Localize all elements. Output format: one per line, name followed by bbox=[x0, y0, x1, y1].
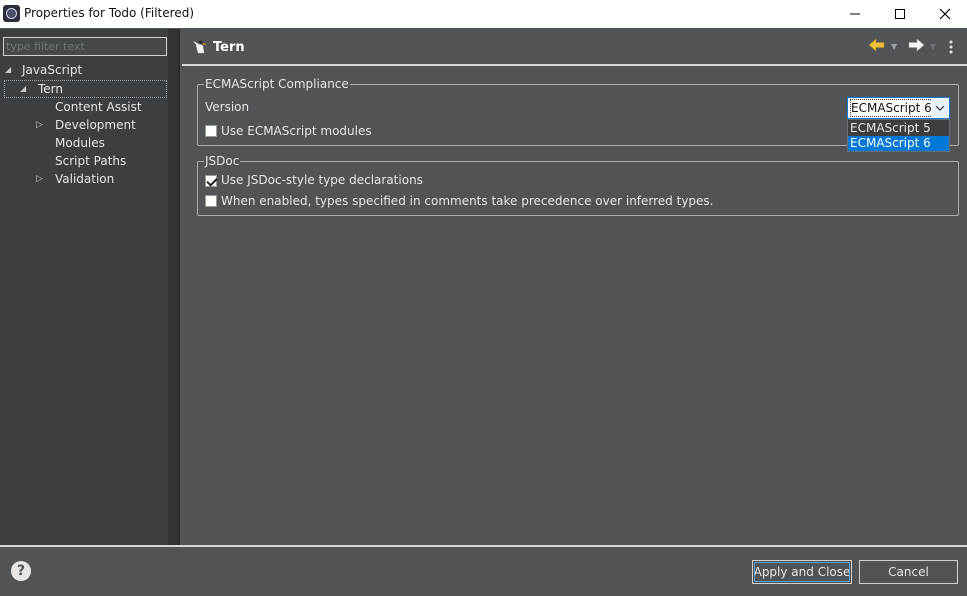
preference-tree-panel: ◢ JavaScript ◢ Tern Content Assist ▷ Dev… bbox=[0, 29, 178, 545]
tree-item-label: JavaScript bbox=[22, 63, 83, 77]
tern-bird-icon bbox=[191, 39, 209, 58]
version-dropdown-list: ECMAScript 5 ECMAScript 6 bbox=[847, 119, 950, 152]
tree-item-label: Modules bbox=[55, 136, 105, 150]
tree-item-label: Content Assist bbox=[55, 100, 142, 114]
minimize-button[interactable] bbox=[832, 0, 878, 28]
use-modules-checkbox[interactable] bbox=[205, 125, 217, 137]
tree-item-label: Validation bbox=[55, 172, 115, 186]
comment-precedence-checkbox[interactable] bbox=[205, 195, 217, 207]
version-select[interactable]: ECMAScript 6 bbox=[847, 97, 950, 119]
collapsed-arrow-icon[interactable]: ▷ bbox=[36, 170, 43, 188]
group-legend: ECMAScript Compliance bbox=[204, 76, 350, 92]
page-header: Tern ▼ ▼ bbox=[180, 29, 967, 65]
version-option-selected[interactable]: ECMAScript 6 bbox=[848, 136, 949, 151]
footer-separator bbox=[0, 545, 967, 547]
group-legend: JSDoc bbox=[204, 153, 241, 169]
page-title: Tern bbox=[213, 40, 245, 55]
tree-scrollbar[interactable] bbox=[168, 29, 178, 545]
expanded-arrow-icon[interactable]: ◢ bbox=[5, 61, 11, 79]
close-icon bbox=[939, 8, 951, 20]
help-icon[interactable]: ? bbox=[11, 561, 31, 581]
version-label: Version bbox=[205, 100, 250, 114]
tree-item-label: Tern bbox=[38, 82, 64, 96]
view-menu-icon[interactable] bbox=[948, 39, 954, 58]
expanded-arrow-icon[interactable]: ◢ bbox=[20, 80, 26, 98]
chevron-down-icon[interactable] bbox=[932, 99, 948, 117]
minimize-icon bbox=[850, 13, 860, 15]
back-dropdown-icon[interactable]: ▼ bbox=[891, 42, 897, 51]
tree-item-modules[interactable]: Modules bbox=[55, 134, 105, 152]
use-modules-label[interactable]: Use ECMAScript modules bbox=[221, 123, 372, 139]
maximize-button[interactable] bbox=[877, 0, 923, 28]
jsdoc-type-declarations-label[interactable]: Use JSDoc-style type declarations bbox=[221, 172, 423, 188]
jsdoc-type-declarations-checkbox[interactable] bbox=[205, 175, 217, 187]
title-bar: Properties for Todo (Filtered) bbox=[0, 0, 967, 28]
version-select-value: ECMAScript 6 bbox=[850, 99, 933, 117]
version-option[interactable]: ECMAScript 5 bbox=[848, 121, 949, 136]
window-title: Properties for Todo (Filtered) bbox=[24, 6, 194, 20]
back-arrow-icon[interactable] bbox=[868, 38, 886, 55]
tree-item-content-assist[interactable]: Content Assist bbox=[55, 98, 142, 116]
collapsed-arrow-icon[interactable]: ▷ bbox=[36, 116, 43, 134]
panel-splitter[interactable] bbox=[178, 29, 180, 545]
forward-arrow-icon[interactable] bbox=[907, 38, 925, 55]
header-separator bbox=[182, 64, 967, 66]
tree-item-tern[interactable]: ◢ Tern bbox=[4, 80, 167, 98]
tree-item-script-paths[interactable]: Script Paths bbox=[55, 152, 126, 170]
close-button[interactable] bbox=[922, 0, 967, 28]
cancel-button[interactable]: Cancel bbox=[859, 560, 958, 584]
forward-dropdown-icon[interactable]: ▼ bbox=[930, 42, 936, 51]
maximize-icon bbox=[895, 9, 905, 19]
comment-precedence-label[interactable]: When enabled, types specified in comment… bbox=[221, 193, 714, 209]
tree-item-label: Development bbox=[55, 118, 136, 132]
apply-and-close-button[interactable]: Apply and Close bbox=[752, 560, 852, 584]
filter-input[interactable] bbox=[3, 37, 167, 56]
eclipse-app-icon bbox=[3, 5, 20, 22]
tree-item-label: Script Paths bbox=[55, 154, 127, 168]
